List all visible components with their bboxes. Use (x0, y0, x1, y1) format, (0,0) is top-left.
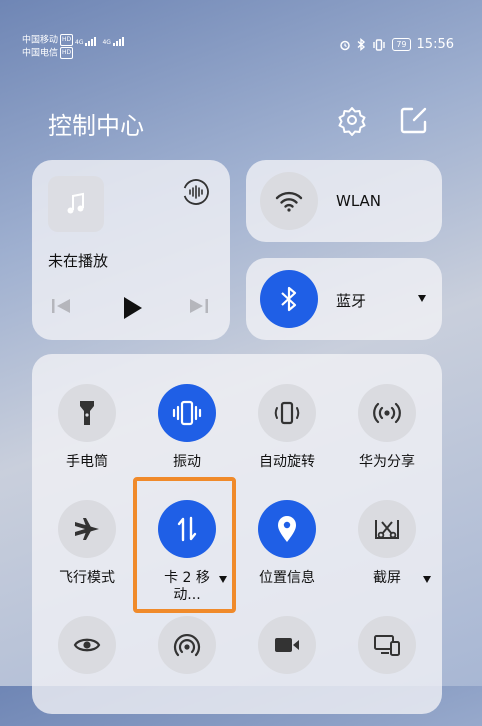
airplane-icon (75, 518, 99, 540)
hotspot-button[interactable] (158, 616, 216, 674)
bluetooth-dropdown-icon[interactable] (418, 295, 426, 302)
media-card[interactable]: 未在播放 (32, 160, 230, 340)
battery-indicator: 79 (392, 38, 411, 51)
tile-screen-record[interactable] (237, 616, 337, 726)
multi-screen-button[interactable] (358, 616, 416, 674)
bluetooth-toggle[interactable]: 蓝牙 (246, 258, 442, 340)
next-track-icon[interactable] (188, 296, 210, 316)
eye-icon (73, 638, 101, 652)
tile-auto-rotate[interactable]: 自动旋转 (237, 384, 337, 494)
flashlight-icon (80, 401, 94, 425)
share-icon (373, 402, 401, 424)
tile-airplane-mode[interactable]: 飞行模式 (37, 500, 137, 610)
alarm-icon (340, 40, 351, 50)
status-right: 79 15:56 (339, 37, 454, 52)
tile-eye-comfort[interactable] (37, 616, 137, 726)
signal-icon: 4G (75, 37, 97, 46)
tile-label: 截屏 (373, 570, 401, 586)
bluetooth-label: 蓝牙 (336, 292, 367, 310)
signal-strength: 4G 4G (75, 37, 124, 46)
tile-label: 位置信息 (259, 570, 315, 586)
tile-label: 自动旋转 (259, 454, 315, 470)
tile-label: 手电筒 (66, 454, 108, 470)
vibrate-status-icon (373, 38, 386, 51)
tile-location[interactable]: 位置信息 (237, 500, 337, 610)
screenshot-icon (375, 520, 399, 539)
audio-output-icon[interactable] (182, 178, 210, 206)
tile-multi-screen[interactable] (337, 616, 437, 726)
tile-label: 华为分享 (359, 454, 415, 470)
carrier-2: 中国电信 HD (22, 47, 74, 59)
airplane-mode-button[interactable] (58, 500, 116, 558)
location-icon (278, 516, 296, 542)
rotate-icon (274, 401, 300, 425)
gear-icon[interactable] (336, 104, 368, 136)
highlight-box (133, 477, 236, 613)
bluetooth-icon (281, 286, 297, 312)
album-art (48, 176, 104, 232)
carrier-1: 中国移动 HD (22, 34, 74, 46)
eye-comfort-button[interactable] (58, 616, 116, 674)
huawei-share-button[interactable] (358, 384, 416, 442)
wifi-icon (275, 191, 303, 212)
auto-rotate-button[interactable] (258, 384, 316, 442)
shortcut-grid: 手电筒 振动 自动旋转 华为分享 飞行模式 卡 2 移动... 位置信息 截屏 (32, 354, 442, 714)
page-title: 控制中心 (48, 112, 144, 140)
vibrate-icon (172, 400, 202, 426)
tile-label: 飞行模式 (59, 570, 115, 586)
location-button[interactable] (258, 500, 316, 558)
wlan-button[interactable] (260, 172, 318, 230)
screenshot-dropdown-icon[interactable] (423, 576, 431, 583)
screen-record-icon (275, 638, 299, 652)
multi-screen-icon (374, 635, 400, 656)
tile-flashlight[interactable]: 手电筒 (37, 384, 137, 494)
tile-huawei-share[interactable]: 华为分享 (337, 384, 437, 494)
screenshot-button[interactable] (358, 500, 416, 558)
bluetooth-status-icon (357, 38, 366, 51)
play-icon[interactable] (120, 296, 144, 320)
clock: 15:56 (416, 37, 454, 52)
status-bar: 中国移动 HD 中国电信 HD 4G 4G 79 15:56 (0, 0, 482, 60)
flashlight-button[interactable] (58, 384, 116, 442)
signal-icon: 4G (102, 37, 124, 46)
music-note-icon (67, 192, 84, 214)
tile-screenshot[interactable]: 截屏 (337, 500, 437, 610)
tile-hotspot[interactable] (137, 616, 237, 726)
tile-label: 振动 (173, 454, 201, 470)
now-playing-status: 未在播放 (48, 252, 109, 270)
bluetooth-button[interactable] (260, 270, 318, 328)
vibrate-button[interactable] (158, 384, 216, 442)
wlan-label: WLAN (336, 192, 382, 210)
wlan-toggle[interactable]: WLAN (246, 160, 442, 242)
edit-icon[interactable] (398, 104, 430, 136)
screen-record-button[interactable] (258, 616, 316, 674)
previous-track-icon[interactable] (50, 296, 72, 316)
hotspot-icon (173, 633, 201, 657)
